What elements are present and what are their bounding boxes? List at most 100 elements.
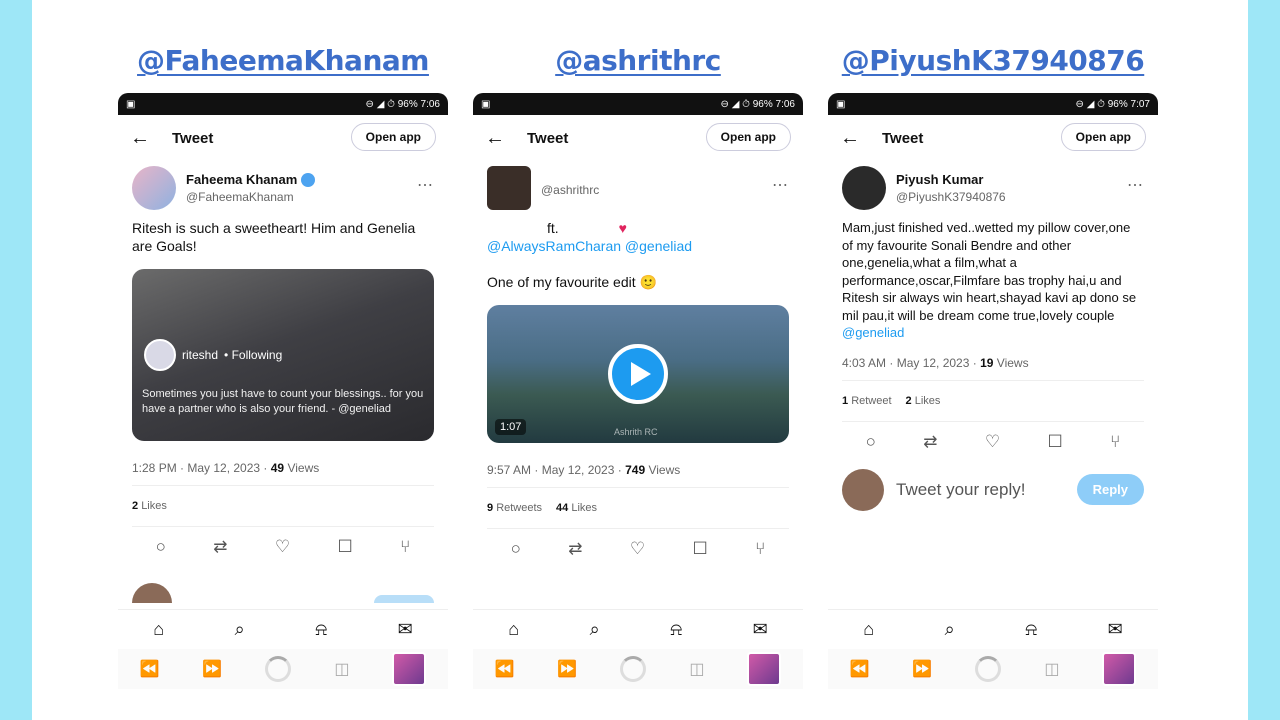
play-button-icon[interactable]: [608, 344, 668, 404]
tab-thumbnail[interactable]: [1102, 652, 1137, 686]
share-icon[interactable]: ⑂: [400, 537, 410, 557]
bookmark-icon[interactable]: ☐: [1047, 432, 1062, 452]
home-icon[interactable]: ⌂: [863, 619, 874, 640]
tweet-timestamp: 1:28 PM · May 12, 2023 ·: [132, 461, 268, 475]
open-app-button[interactable]: Open app: [350, 123, 436, 151]
likes-stat[interactable]: 44 Likes: [556, 502, 597, 514]
likes-count: 2: [905, 394, 912, 407]
tweet-actions: ○ ⇄ ♡ ☐ ⑂: [828, 422, 1158, 462]
embedded-media[interactable]: riteshd • Following Sometimes you just h…: [132, 269, 434, 441]
tweet-author: Faheema Khanam @FaheemaKhanam ⋯: [118, 161, 448, 215]
likes-stat[interactable]: 2 Likes: [132, 500, 167, 512]
views-count: 19: [980, 355, 994, 370]
bell-icon[interactable]: ⍾: [315, 619, 327, 640]
bookmark-icon[interactable]: ☐: [692, 539, 707, 559]
tweet-stats: 2 Likes: [118, 486, 448, 526]
media-username: riteshd: [182, 348, 219, 362]
reply-icon[interactable]: ○: [156, 537, 166, 557]
status-right: ⊖ ◢ ⏱ 96% 7:06: [365, 98, 440, 110]
tweet-meta: 4:03 AM · May 12, 2023 · 19 Views: [828, 346, 1158, 380]
open-app-button[interactable]: Open app: [705, 123, 791, 151]
tweet-author: @ashrithrc ⋯: [473, 161, 803, 215]
bell-icon[interactable]: ⍾: [1025, 619, 1037, 640]
tweet-mentions[interactable]: @AlwaysRamCharan @geneliad: [487, 237, 789, 255]
retweets-stat[interactable]: 9 Retweets: [487, 502, 542, 514]
mail-icon[interactable]: ✉: [1108, 619, 1123, 640]
home-icon[interactable]: ⌂: [508, 619, 519, 640]
back-arrow-icon[interactable]: ←: [485, 127, 521, 150]
author-names: Faheema Khanam @FaheemaKhanam: [186, 172, 316, 204]
mail-icon[interactable]: ✉: [398, 619, 413, 640]
more-options-icon[interactable]: ⋯: [1127, 175, 1144, 195]
home-icon[interactable]: ⌂: [153, 619, 164, 640]
column-handle[interactable]: @PiyushK37940876: [828, 44, 1158, 77]
tweet-mention[interactable]: @geneliad: [842, 324, 1144, 342]
back-nav-icon[interactable]: ⏪: [495, 659, 515, 679]
share-icon[interactable]: ⑂: [1110, 432, 1120, 452]
media-following: • Following: [224, 348, 283, 362]
tabs-icon[interactable]: ◫: [1044, 659, 1059, 679]
tweet-text-line: ft. ♥: [487, 219, 789, 237]
forward-nav-icon[interactable]: ⏩: [557, 659, 577, 679]
bell-icon[interactable]: ⍾: [670, 619, 682, 640]
tab-thumbnail[interactable]: [747, 652, 782, 686]
tweet-text-body: Mam,just finished ved..wetted my pillow …: [842, 220, 1137, 323]
author-handle[interactable]: @PiyushK37940876: [896, 190, 1006, 204]
tweet-text: ft. ♥ @AlwaysRamCharan @geneliad One of …: [473, 215, 803, 295]
avatar[interactable]: [132, 166, 176, 210]
video-player[interactable]: 1:07 Ashrith RC: [487, 305, 789, 443]
column-handle[interactable]: @ashrithrc: [473, 44, 803, 77]
back-arrow-icon[interactable]: ←: [130, 127, 166, 150]
browser-navigation: ⏪ ⏩ ◫: [473, 649, 803, 689]
avatar[interactable]: [487, 166, 531, 210]
page-title: Tweet: [527, 129, 569, 147]
author-name[interactable]: Piyush Kumar: [896, 172, 1006, 187]
search-icon[interactable]: ⌕: [235, 619, 245, 640]
more-options-icon[interactable]: ⋯: [417, 175, 434, 195]
status-bar: ▣ ⊖ ◢ ⏱ 96% 7:07: [828, 93, 1158, 115]
tabs-icon[interactable]: ◫: [689, 659, 704, 679]
share-icon[interactable]: ⑂: [755, 539, 765, 559]
heart-emoji-icon: ♥: [618, 220, 627, 236]
retweet-icon[interactable]: ⇄: [923, 432, 937, 452]
tabs-icon[interactable]: ◫: [334, 659, 349, 679]
bottom-navigation: ⌂ ⌕ ⍾ ✉: [473, 609, 803, 649]
views-label: Views: [996, 355, 1029, 370]
back-nav-icon[interactable]: ⏪: [140, 659, 160, 679]
more-options-icon[interactable]: ⋯: [772, 175, 789, 195]
author-name[interactable]: Faheema Khanam: [186, 172, 297, 187]
open-app-button[interactable]: Open app: [1060, 123, 1146, 151]
reply-icon[interactable]: ○: [511, 539, 521, 559]
forward-nav-icon[interactable]: ⏩: [202, 659, 222, 679]
search-icon[interactable]: ⌕: [590, 619, 600, 640]
reply-button[interactable]: Reply: [1076, 474, 1144, 505]
like-icon[interactable]: ♡: [630, 539, 645, 559]
tweet-stats: 1 Retweet 2 Likes: [828, 381, 1158, 421]
views-count: 49: [270, 461, 285, 475]
retweets-stat[interactable]: 1 Retweet: [842, 395, 892, 407]
reply-icon[interactable]: ○: [866, 432, 876, 452]
bookmark-icon[interactable]: ☐: [337, 537, 352, 557]
status-right: ⊖ ◢ ⏱ 96% 7:07: [1075, 98, 1150, 110]
author-handle[interactable]: @ashrithrc: [541, 183, 599, 197]
retweets-count: 1: [842, 394, 849, 407]
tab-thumbnail[interactable]: [392, 652, 427, 686]
forward-nav-icon[interactable]: ⏩: [912, 659, 932, 679]
search-icon[interactable]: ⌕: [945, 619, 955, 640]
mail-icon[interactable]: ✉: [753, 619, 768, 640]
reply-input[interactable]: Tweet your reply!: [896, 480, 1077, 500]
avatar[interactable]: [842, 166, 886, 210]
retweet-icon[interactable]: ⇄: [213, 537, 227, 557]
column-handle[interactable]: @FaheemaKhanam: [118, 44, 448, 77]
like-icon[interactable]: ♡: [275, 537, 290, 557]
retweet-icon[interactable]: ⇄: [568, 539, 582, 559]
views-label: Views: [648, 463, 681, 477]
tweet-actions: ○ ⇄ ♡ ☐ ⑂: [118, 527, 448, 567]
back-arrow-icon[interactable]: ←: [840, 127, 876, 150]
author-handle[interactable]: @FaheemaKhanam: [186, 190, 315, 204]
like-icon[interactable]: ♡: [985, 432, 1000, 452]
tweet-text-body: One of my favourite edit 🙂: [487, 274, 657, 290]
likes-stat[interactable]: 2 Likes: [906, 395, 941, 407]
back-nav-icon[interactable]: ⏪: [850, 659, 870, 679]
loading-spinner-icon: [975, 656, 1002, 682]
